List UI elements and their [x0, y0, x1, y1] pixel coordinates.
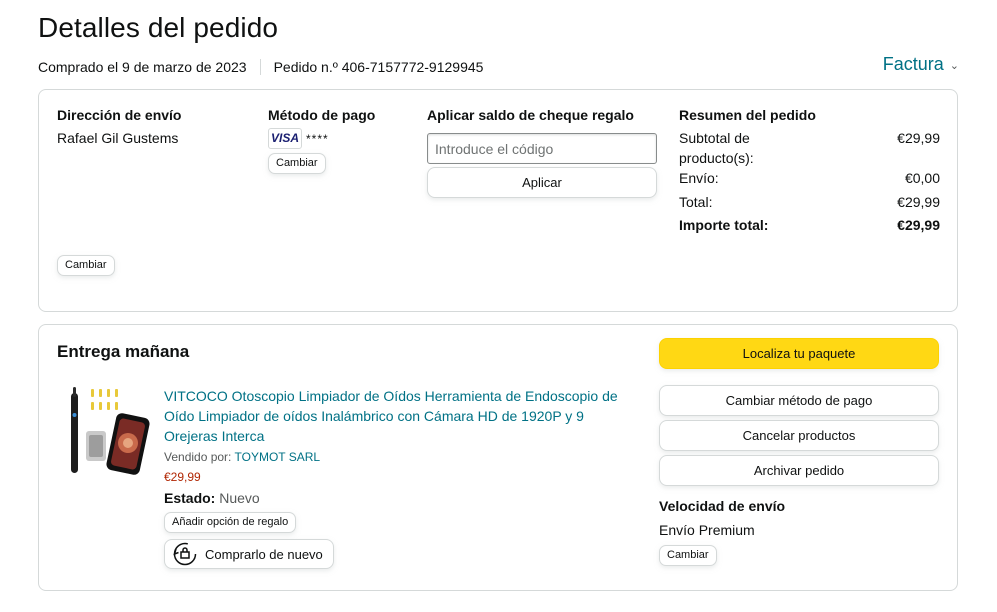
visa-icon: VISA	[268, 128, 302, 149]
shipping-cost-label: Envío:	[679, 170, 719, 186]
summary-row-total: Total: €29,99	[679, 192, 940, 212]
product-info: VITCOCO Otoscopio Limpiador de Oídos Her…	[164, 386, 634, 571]
gift-code-input[interactable]	[427, 133, 657, 164]
sold-by-label: Vendido por:	[164, 450, 232, 464]
track-package-button[interactable]: Localiza tu paquete	[659, 338, 939, 369]
change-payment-method-button[interactable]: Cambiar método de pago	[659, 385, 939, 416]
sold-by: Vendido por: TOYMOT SARL	[164, 448, 634, 466]
condition-value: Nuevo	[219, 490, 260, 506]
page-title: Detalles del pedido	[38, 12, 279, 43]
shipping-name: Rafael Gil Gustems	[57, 130, 179, 146]
change-shipping-speed-button[interactable]: Cambiar	[659, 545, 717, 566]
payment-method-section: Método de pago VISA **** Cambiar	[268, 106, 418, 174]
product-condition: Estado: Nuevo	[164, 488, 634, 508]
add-gift-option-button[interactable]: Añadir opción de regalo	[164, 512, 297, 533]
delivery-title: Entrega mañana	[57, 342, 190, 361]
grand-total-value: €29,99	[897, 217, 940, 233]
total-label: Total:	[679, 194, 713, 210]
product-title-link[interactable]: VITCOCO Otoscopio Limpiador de Oídos Her…	[164, 386, 634, 446]
shipping-speed-title: Velocidad de envío	[659, 498, 786, 514]
shipping-address-section: Dirección de envío Rafael Gil Gustems	[57, 106, 247, 148]
order-summary-card: Dirección de envío Rafael Gil Gustems Ca…	[38, 89, 958, 312]
delivery-card: Entrega mañana VITCOCO Otoscopio Limpiad…	[38, 324, 958, 591]
card-mask: ****	[306, 131, 329, 146]
buy-again-icon	[173, 542, 197, 566]
summary-row-shipping: Envío: €0,00	[679, 168, 940, 188]
payment-card: VISA ****	[268, 128, 418, 149]
shipping-title: Dirección de envío	[57, 107, 182, 123]
shipping-cost-value: €0,00	[904, 170, 940, 186]
product-image[interactable]	[61, 385, 151, 477]
subtotal-label: Subtotal de producto(s):	[679, 130, 754, 166]
order-totals-section: Resumen del pedido Subtotal de producto(…	[679, 106, 940, 235]
grand-total-label: Importe total:	[679, 217, 769, 233]
condition-label: Estado:	[164, 490, 216, 506]
purchase-date: Comprado el 9 de marzo de 2023	[38, 59, 247, 75]
invoice-label: Factura	[882, 54, 944, 74]
subtotal-value: €29,99	[897, 130, 940, 146]
order-meta: Comprado el 9 de marzo de 2023 Pedido n.…	[38, 59, 483, 75]
summary-title: Resumen del pedido	[679, 107, 816, 123]
change-payment-button[interactable]: Cambiar	[268, 153, 326, 174]
seller-link[interactable]: TOYMOT SARL	[235, 450, 321, 464]
invoice-dropdown[interactable]: Factura ⌄	[883, 54, 959, 75]
gift-card-section: Aplicar saldo de cheque regalo Aplicar	[427, 106, 659, 198]
summary-row-grand-total: Importe total: €29,99	[679, 215, 940, 235]
archive-order-button[interactable]: Archivar pedido	[659, 455, 939, 486]
summary-row-subtotal: Subtotal de producto(s): €29,99	[679, 128, 940, 168]
payment-title: Método de pago	[268, 107, 376, 123]
apply-gift-button[interactable]: Aplicar	[427, 167, 657, 198]
otoscope-product-icon	[71, 387, 150, 475]
meta-divider	[259, 59, 261, 75]
order-number: Pedido n.º 406-7157772-9129945	[273, 59, 484, 75]
buy-again-button[interactable]: Comprarlo de nuevo	[164, 539, 334, 569]
product-price: €29,99	[164, 470, 201, 484]
shipping-speed-value: Envío Premium	[659, 522, 755, 538]
total-value: €29,99	[897, 194, 940, 210]
order-actions: Localiza tu paquete Cambiar método de pa…	[659, 338, 939, 566]
buy-again-label: Comprarlo de nuevo	[205, 546, 323, 562]
chevron-down-icon: ⌄	[949, 60, 959, 72]
gift-title: Aplicar saldo de cheque regalo	[427, 107, 634, 123]
cancel-items-button[interactable]: Cancelar productos	[659, 420, 939, 451]
change-address-button[interactable]: Cambiar	[57, 255, 115, 276]
